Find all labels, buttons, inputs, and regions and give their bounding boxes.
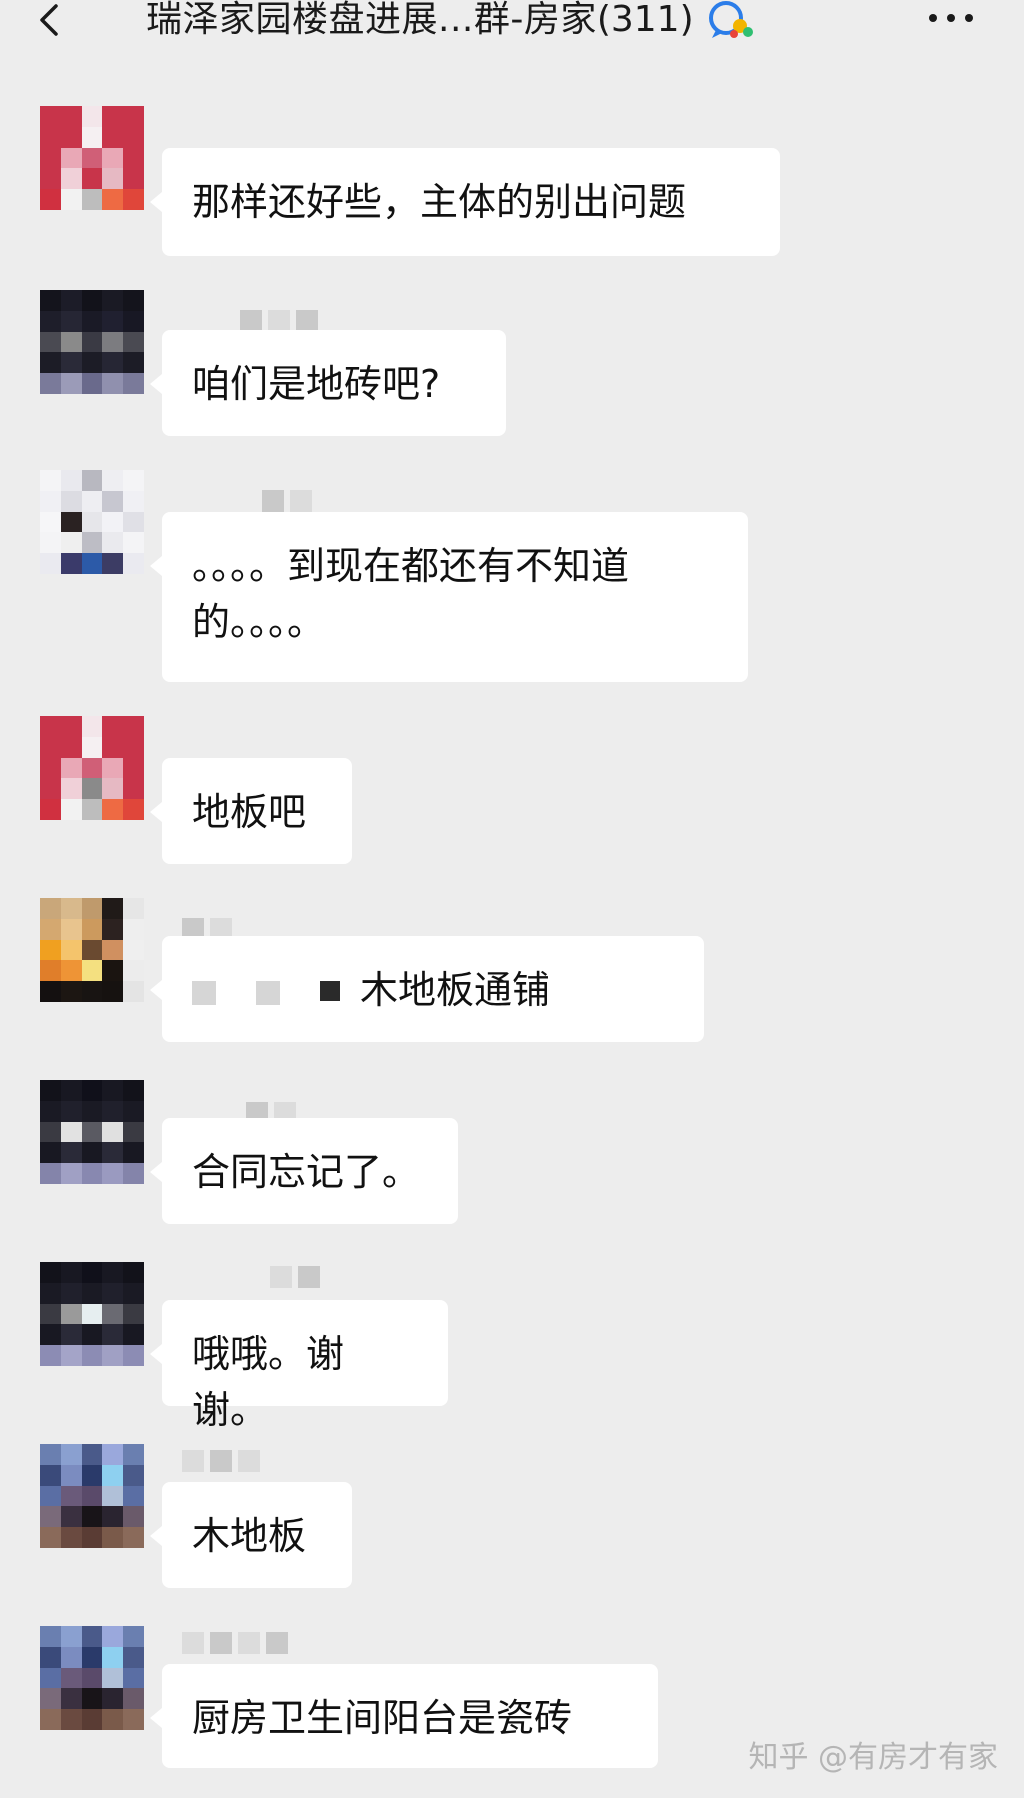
message-item: 地板吧 bbox=[0, 716, 1024, 866]
message-bubble[interactable]: 木地板 bbox=[150, 1482, 352, 1588]
message-item: 那样还好些，主体的别出问题 bbox=[0, 106, 1024, 266]
message-bubble[interactable]: 咱们是地砖吧? bbox=[150, 330, 506, 436]
message-text: 合同忘记了。 bbox=[192, 1150, 421, 1194]
message-bubble[interactable]: 厨房卫生间阳台是瓷砖 bbox=[150, 1664, 658, 1768]
message-text: 那样还好些，主体的别出问题 bbox=[192, 180, 687, 224]
message-bubble[interactable]: 。。。。到现在都还有不知道 的。。。。 bbox=[150, 512, 748, 682]
sender-name bbox=[182, 1632, 288, 1654]
message-bubble[interactable]: 哦哦。谢谢。 bbox=[150, 1300, 448, 1432]
sender-name bbox=[262, 490, 312, 512]
avatar[interactable] bbox=[40, 1080, 144, 1184]
message-bubble[interactable]: 合同忘记了。 bbox=[150, 1118, 458, 1224]
avatar[interactable] bbox=[40, 1444, 144, 1548]
message-item: 合同忘记了。 bbox=[0, 1080, 1024, 1230]
sender-name bbox=[270, 1266, 320, 1288]
message-item: 哦哦。谢谢。 bbox=[0, 1262, 1024, 1432]
message-bubble[interactable]: 那样还好些，主体的别出问题 bbox=[150, 148, 780, 256]
redacted-content bbox=[192, 980, 340, 1005]
message-item: 木地板 bbox=[0, 1444, 1024, 1594]
message-item: 。。。。到现在都还有不知道 的。。。。 bbox=[0, 470, 1024, 690]
avatar[interactable] bbox=[40, 290, 144, 394]
avatar[interactable] bbox=[40, 716, 144, 820]
message-item: 木地板通铺 bbox=[0, 898, 1024, 1048]
message-bubble[interactable]: 地板吧 bbox=[150, 758, 352, 864]
member-count: (311) bbox=[596, 0, 694, 40]
sender-name bbox=[240, 310, 318, 332]
message-text: 地板吧 bbox=[192, 790, 307, 834]
avatar[interactable] bbox=[40, 470, 144, 574]
message-text: 咱们是地砖吧? bbox=[192, 362, 441, 406]
more-horizontal-icon[interactable] bbox=[926, 6, 976, 30]
sender-name bbox=[182, 1450, 260, 1472]
message-text: 哦哦。谢谢。 bbox=[192, 1332, 345, 1432]
message-text: 木地板通铺 bbox=[360, 968, 551, 1012]
message-text: 厨房卫生间阳台是瓷砖 bbox=[192, 1696, 573, 1740]
chat-title: 瑞泽家园楼盘进展...群-房家 bbox=[146, 0, 597, 40]
message-text: 。。。。到现在都还有不知道 的。。。。 bbox=[192, 544, 630, 644]
chat-bubble-icon bbox=[708, 1, 753, 38]
message-item: 咱们是地砖吧? bbox=[0, 290, 1024, 440]
chat-header: 瑞泽家园楼盘进展...群-房家 (311) bbox=[0, 0, 1024, 80]
avatar[interactable] bbox=[40, 106, 144, 210]
avatar[interactable] bbox=[40, 1262, 144, 1366]
chat-title-area: 瑞泽家园楼盘进展...群-房家 (311) bbox=[146, 0, 756, 40]
message-bubble[interactable]: 木地板通铺 bbox=[150, 936, 704, 1042]
avatar[interactable] bbox=[40, 898, 144, 1002]
chevron-left-icon[interactable] bbox=[26, 0, 76, 40]
avatar[interactable] bbox=[40, 1626, 144, 1730]
watermark: 知乎 @有房才有家 bbox=[748, 1740, 998, 1775]
message-text: 木地板 bbox=[192, 1514, 307, 1558]
